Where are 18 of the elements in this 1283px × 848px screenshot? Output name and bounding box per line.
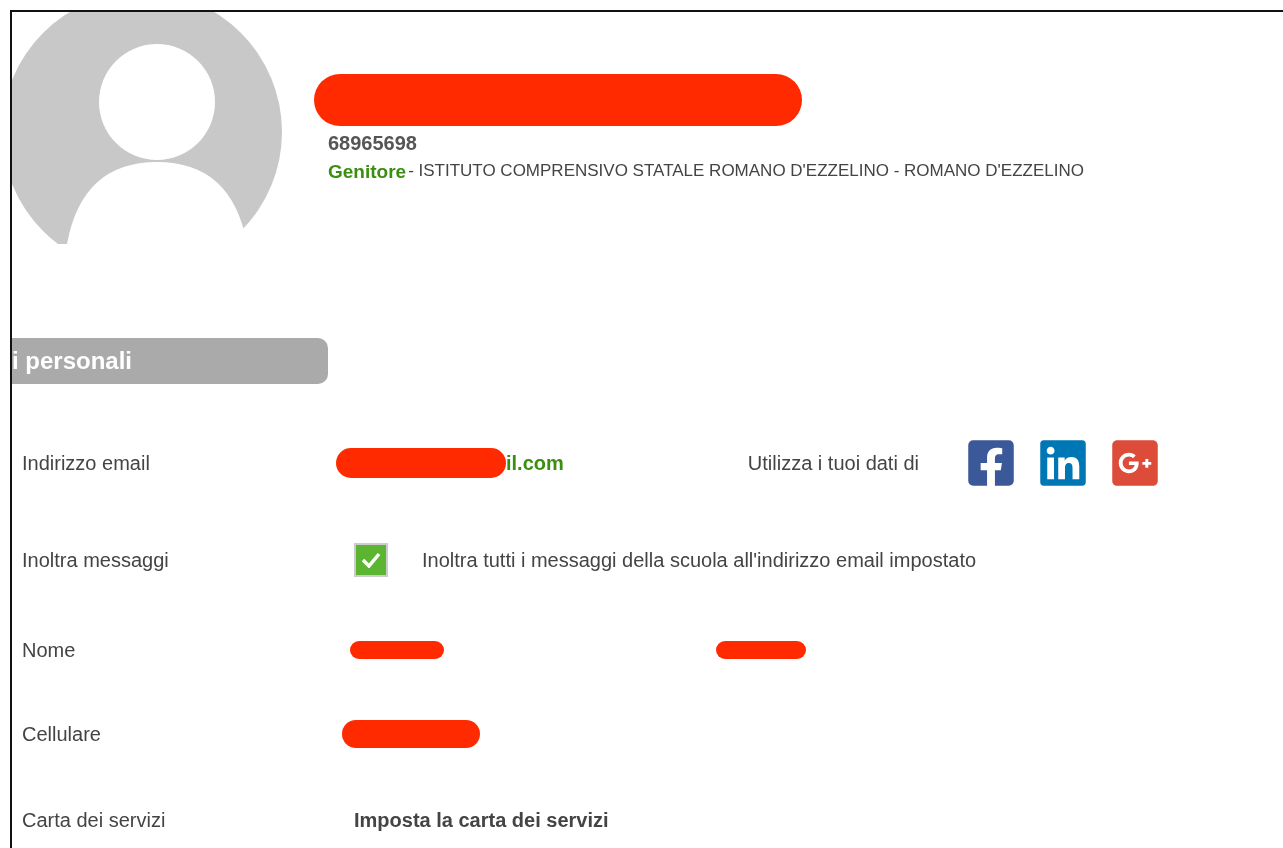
institution-name: - ISTITUTO COMPRENSIVO STATALE ROMANO D'EZZELINO - ROMANO D'EZZELINO (408, 161, 1084, 182)
linkedin-icon[interactable] (1037, 437, 1089, 489)
field-label: Nome (21, 638, 77, 662)
checkbox[interactable] (354, 543, 388, 577)
social-label: Utilizza i tuoi dati di (747, 451, 919, 475)
field-label: Inoltra messaggi (21, 548, 170, 572)
role-label: Genitore (328, 161, 407, 183)
field-label: Indirizzo email (21, 451, 151, 475)
set-service-card-link[interactable]: Imposta la carta dei servizi (354, 808, 609, 832)
field-label: Cellulare (21, 722, 102, 746)
field-label: Carta dei servizi (21, 808, 167, 832)
email-value: il.com (506, 451, 564, 475)
facebook-icon[interactable] (965, 437, 1017, 489)
check-icon (361, 552, 381, 568)
google-plus-icon[interactable] (1109, 437, 1161, 489)
id-number: 68965698 (328, 132, 418, 155)
checkbox-label: Inoltra tutti i messaggi della scuola all'indirizzo email impostato (422, 548, 977, 572)
section-header: i personali (12, 338, 328, 384)
